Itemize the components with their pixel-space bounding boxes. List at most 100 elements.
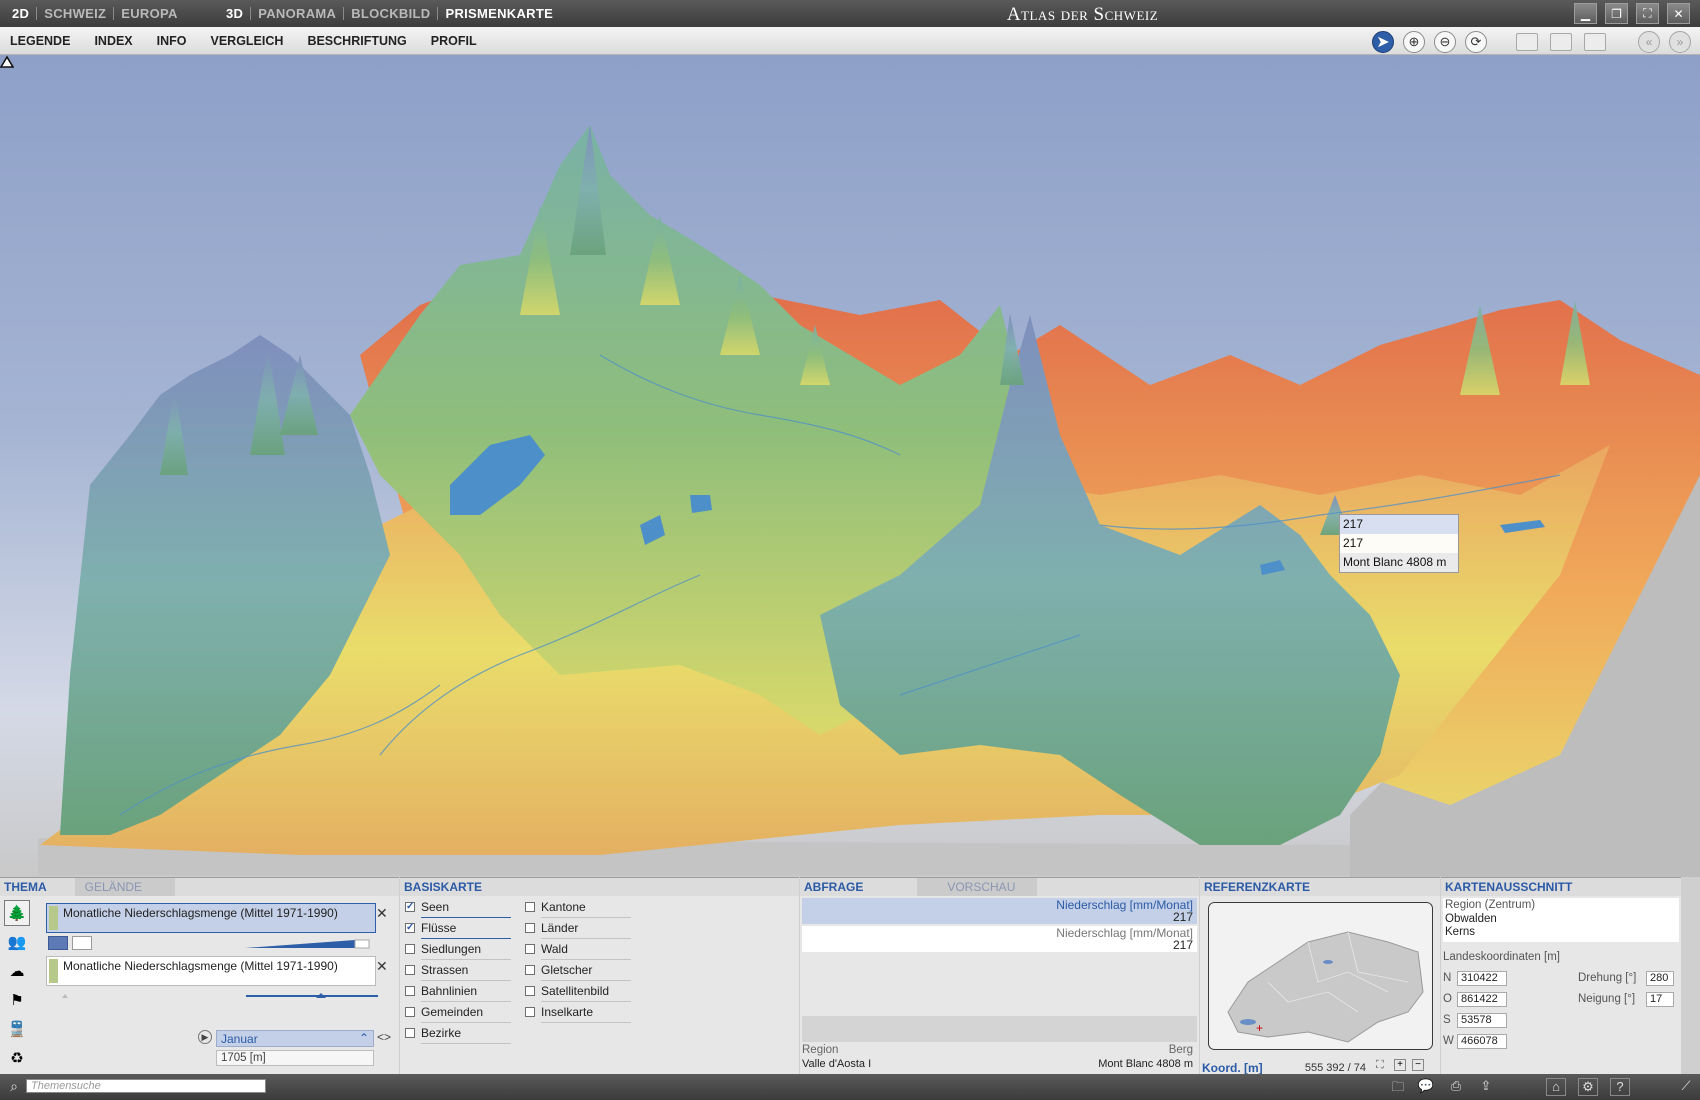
opacity-slider[interactable] [245,939,370,949]
checkbox-icon[interactable] [525,986,535,996]
basemap-checkbox[interactable]: Strassen [405,963,468,977]
elevation-field[interactable]: 1705 [m] [216,1050,374,1066]
view-close-icon[interactable] [1584,33,1606,51]
basemap-checkbox[interactable]: ✓ Seen [405,900,449,914]
tools-icon[interactable]: ⚙ [1578,1078,1598,1096]
checkbox-icon[interactable] [525,965,535,975]
tab-thema[interactable]: THEMA [0,878,61,896]
tab-referenzkarte[interactable]: REFERENZKARTE [1200,878,1325,896]
menu-profil[interactable]: PROFIL [431,34,477,48]
basemap-checkbox[interactable]: Satellitenbild [525,984,609,998]
reference-map[interactable]: + [1208,902,1433,1050]
checkbox-icon[interactable] [405,965,415,975]
tab-vorschau[interactable]: VORSCHAU [917,878,1038,896]
basemap-checkbox[interactable]: ✓ Flüsse [405,921,456,935]
back-icon[interactable]: « [1638,31,1660,53]
transport-icon[interactable]: 🚆 [4,1016,30,1042]
politics-icon[interactable]: ⚑ [4,987,30,1013]
print-icon[interactable]: ⎙ [1446,1078,1466,1096]
n-input[interactable]: 310422 [1457,971,1507,986]
query-row-1[interactable]: Niederschlag [mm/Monat] 217 [802,898,1197,924]
basemap-checkbox[interactable]: Länder [525,921,578,935]
fullscreen-icon[interactable]: ⛶ [1636,3,1659,24]
basemap-checkbox[interactable]: Gemeinden [405,1005,483,1019]
render-mode-terrain-icon[interactable] [72,936,92,950]
resize-grip-icon[interactable]: ⟋ [1676,1078,1696,1096]
checkbox-icon[interactable] [405,1007,415,1017]
checkbox-icon[interactable] [525,944,535,954]
view-split-vertical-icon[interactable] [1550,33,1572,51]
view-split-horizontal-icon[interactable] [1516,33,1538,51]
folder-icon[interactable]: 🗀 [1388,1078,1408,1096]
basemap-checkbox[interactable]: Bezirke [405,1026,461,1040]
basemap-checkbox[interactable]: Wald [525,942,568,956]
home-icon[interactable]: ⌂ [1546,1078,1566,1096]
pointer-icon[interactable]: ➤ [1372,31,1394,53]
checkbox-icon[interactable] [525,923,535,933]
menu-beschriftung[interactable]: BESCHRIFTUNG [307,34,406,48]
tab-basiskarte[interactable]: BASISKARTE [400,878,497,896]
layer-2[interactable]: Monatliche Niederschlagsmenge (Mittel 19… [46,956,376,986]
comment-icon[interactable]: 💬 [1416,1078,1436,1096]
month-select[interactable]: Januar ⌃ [216,1030,374,1047]
theme-search-input[interactable]: Themensuche [26,1079,266,1093]
play-icon[interactable]: ▶ [198,1030,212,1044]
fit-icon[interactable]: ⛶ [1376,1059,1384,1072]
close-icon[interactable]: ✕ [1667,3,1690,24]
forest-icon[interactable]: 🌲 [4,900,30,926]
o-input[interactable]: 861422 [1457,992,1507,1007]
checkbox-checked-icon[interactable]: ✓ [405,902,415,912]
close-icon[interactable]: ✕ [376,958,388,975]
climate-icon[interactable]: ☁ [4,958,30,984]
forward-icon[interactable]: » [1669,31,1691,53]
tab-kartenausschnitt[interactable]: KARTENAUSSCHNITT [1441,878,1587,896]
layer-1[interactable]: Monatliche Niederschlagsmenge (Mittel 19… [46,903,376,933]
drehung-input[interactable]: 280 [1646,971,1674,986]
query-row-2[interactable]: Niederschlag [mm/Monat] 217 [802,926,1197,952]
mode-europa[interactable]: EUROPA [114,6,184,21]
menu-legende[interactable]: LEGENDE [10,34,70,48]
zoom-out-icon[interactable]: − [1412,1059,1424,1071]
help-icon[interactable]: ? [1610,1078,1630,1096]
neigung-input[interactable]: 17 [1646,992,1674,1007]
export-icon[interactable]: ⇪ [1476,1078,1496,1096]
mode-blockbild[interactable]: BLOCKBILD [344,6,437,21]
navigate-icon[interactable]: ⟳ [1465,31,1487,53]
basemap-checkbox[interactable]: Inselkarte [525,1005,593,1019]
mode-prismenkarte[interactable]: PRISMENKARTE [438,6,560,21]
layer-2-slider[interactable] [60,992,380,1002]
zoom-in-icon[interactable]: ⊕ [1403,31,1425,53]
basemap-checkbox[interactable]: Kantone [525,900,586,914]
menu-vergleich[interactable]: VERGLEICH [211,34,284,48]
step-icon[interactable]: <> [377,1030,391,1044]
menu-index[interactable]: INDEX [94,34,132,48]
checkbox-icon[interactable] [405,1028,415,1038]
checkbox-icon[interactable] [525,1007,535,1017]
mode-3d[interactable]: 3D [219,6,250,21]
checkbox-icon[interactable] [525,902,535,912]
checkbox-icon[interactable] [405,986,415,996]
mode-2d[interactable]: 2D [12,6,36,21]
w-input[interactable]: 466078 [1457,1034,1507,1049]
basemap-checkbox[interactable]: Gletscher [525,963,592,977]
tab-gelaende[interactable]: GELÄNDE [74,878,175,896]
checkbox-icon[interactable] [405,944,415,954]
menu-info[interactable]: INFO [157,34,187,48]
minimize-icon[interactable]: ▁ [1574,3,1597,24]
checkbox-checked-icon[interactable]: ✓ [405,923,415,933]
population-icon[interactable]: 👥 [4,929,30,955]
thema-body: 🌲 👥 ☁ ⚑ 🚆 ♻ Monatliche Niederschlagsmeng… [0,896,399,1074]
mode-panorama[interactable]: PANORAMA [251,6,343,21]
basemap-checkbox[interactable]: Siedlungen [405,942,481,956]
close-icon[interactable]: ✕ [376,905,388,922]
environment-icon[interactable]: ♻ [4,1045,30,1071]
restore-icon[interactable]: ❐ [1605,3,1628,24]
s-input[interactable]: 53578 [1457,1013,1507,1028]
mode-schweiz[interactable]: SCHWEIZ [37,6,113,21]
zoom-out-icon[interactable]: ⊖ [1434,31,1456,53]
zoom-in-icon[interactable]: + [1394,1059,1406,1071]
basemap-checkbox[interactable]: Bahnlinien [405,984,477,998]
render-mode-prism-icon[interactable] [48,936,68,950]
prism-map-view[interactable]: 217 217 Mont Blanc 4808 m [0,55,1700,877]
tab-abfrage[interactable]: ABFRAGE [800,878,878,896]
